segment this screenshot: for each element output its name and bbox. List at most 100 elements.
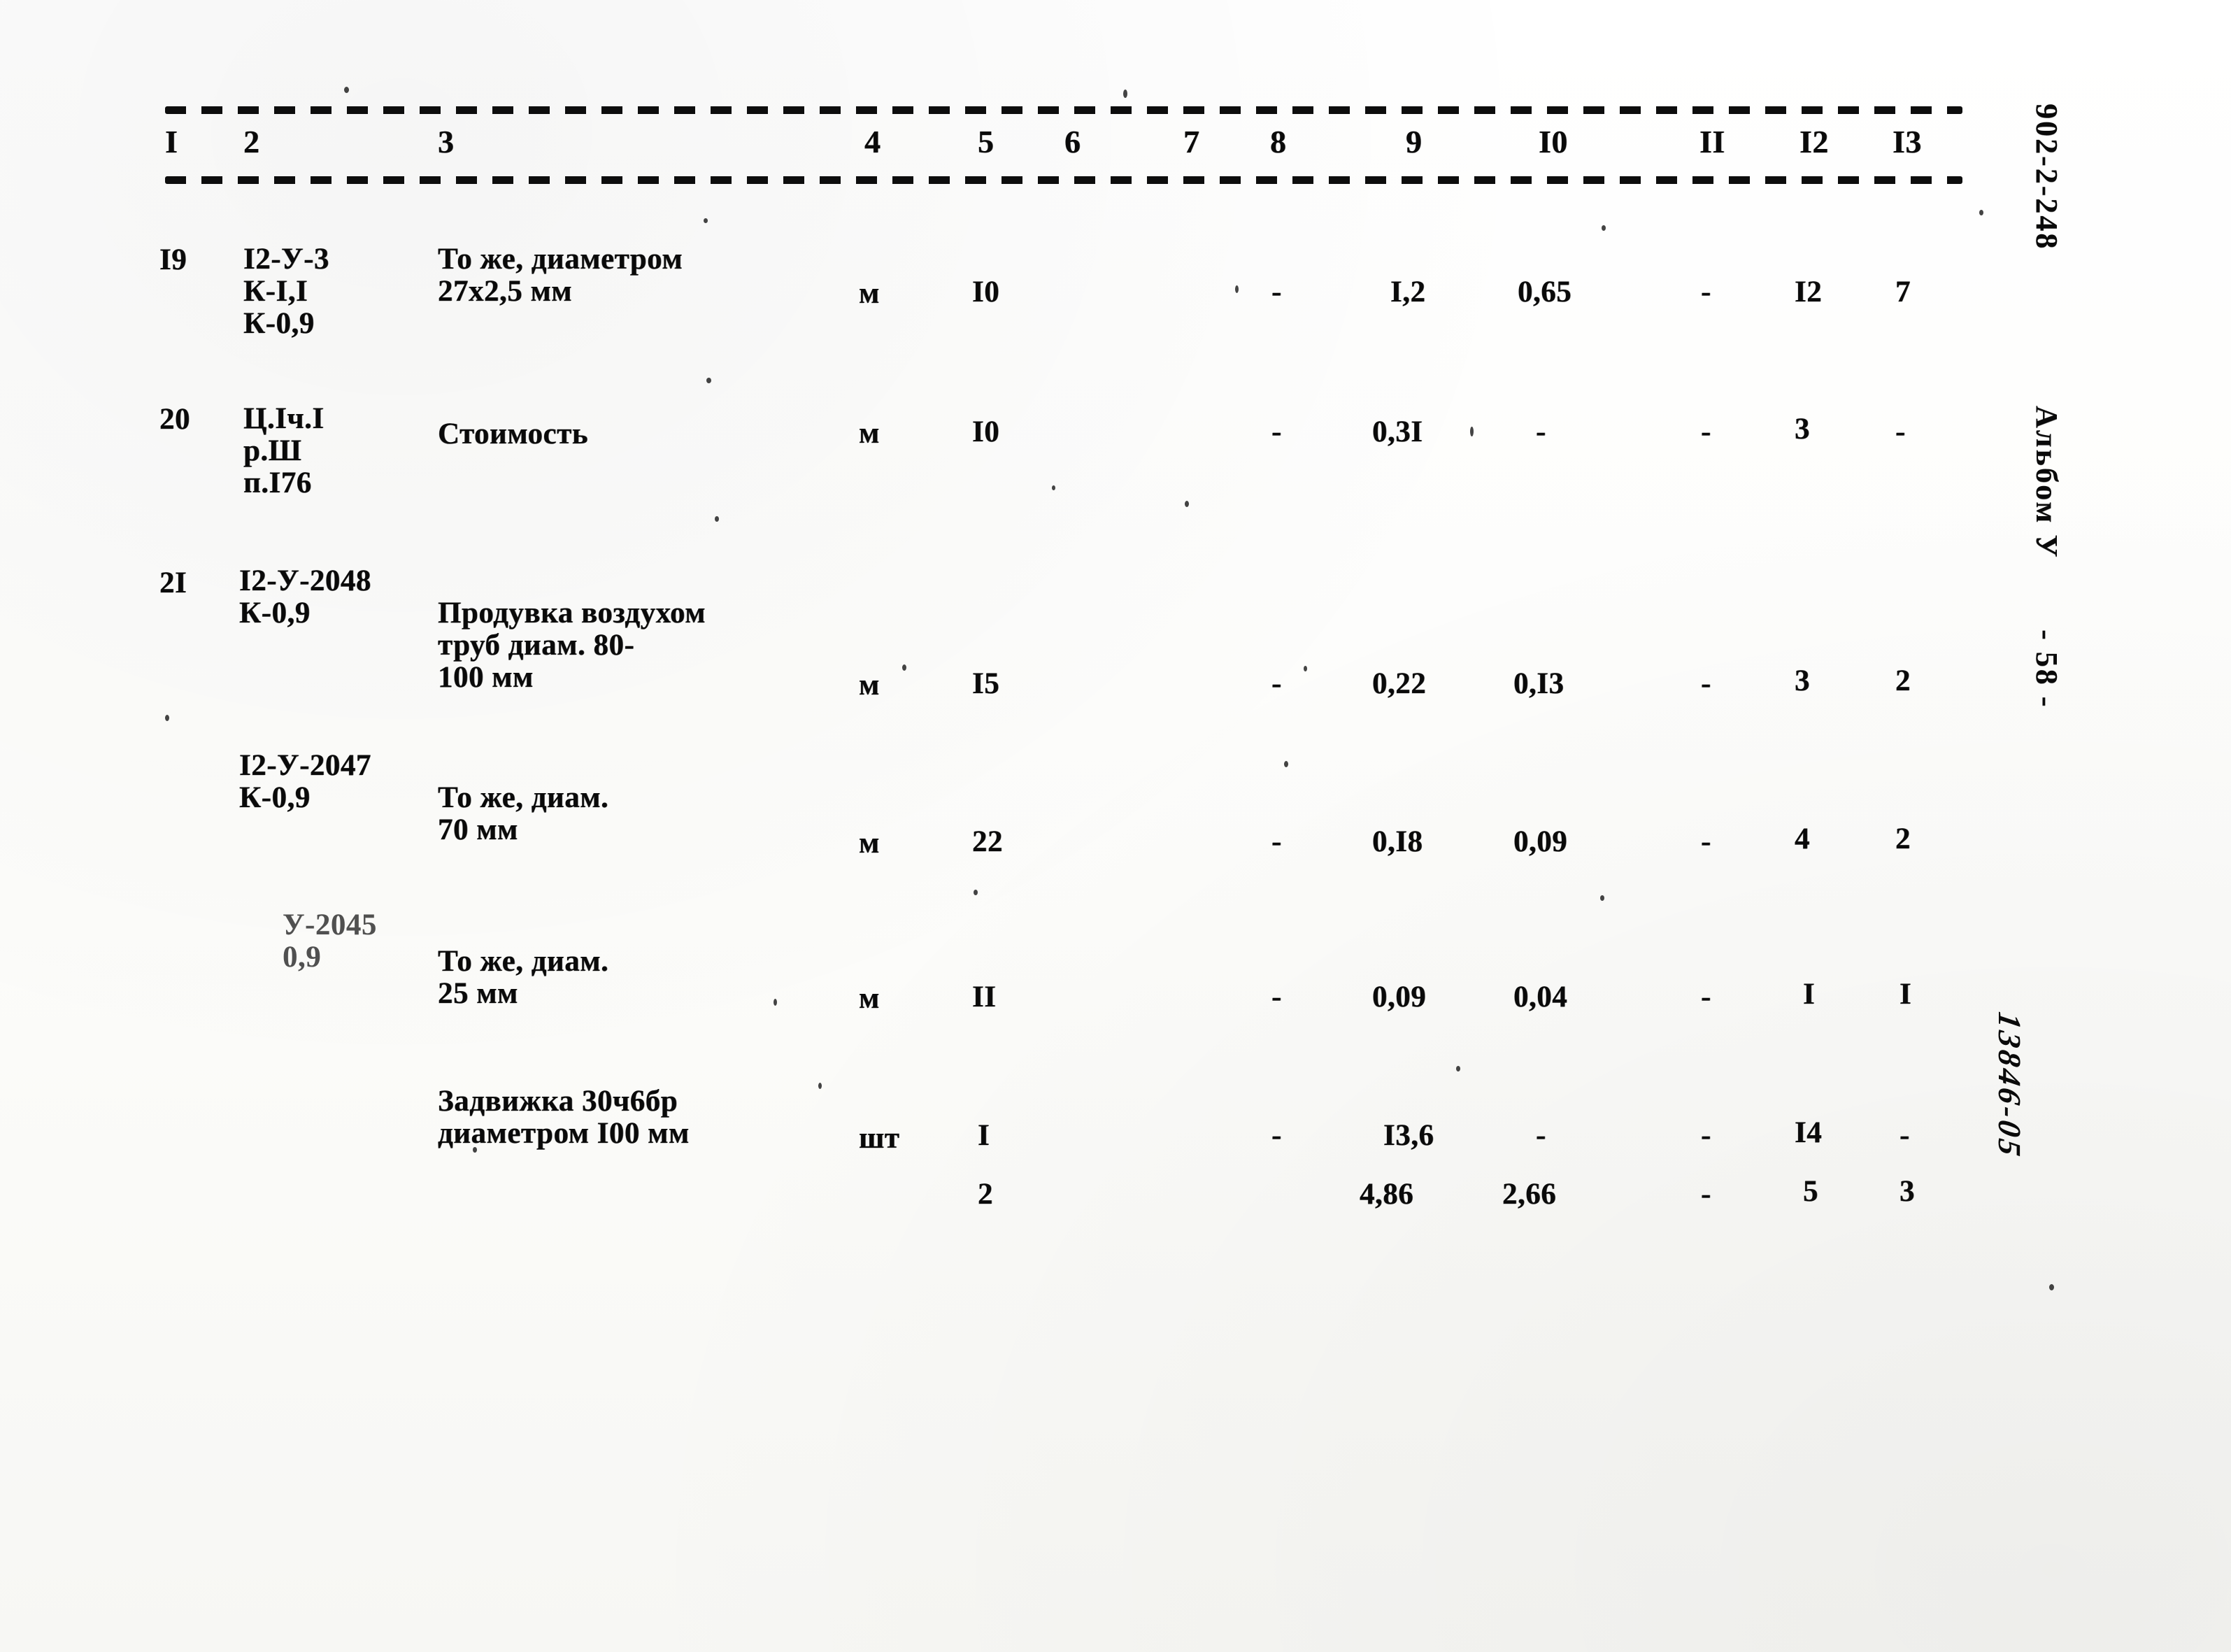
row-col9: I3,6 [1383, 1119, 1434, 1152]
row-col10: - [1536, 415, 1546, 448]
row-number: 20 [159, 403, 190, 436]
row-col12: 3 [1795, 413, 1810, 446]
sheet-code-stamp: 902-2-248 [2030, 104, 2064, 251]
row-description: То же, диам. 25 мм [438, 945, 609, 1010]
row-quantity: I5 [972, 667, 1000, 700]
row-description: То же, диаметром 27х2,5 мм [438, 243, 683, 308]
row-col10: 0,09 [1513, 825, 1568, 858]
row-col10: - [1536, 1119, 1546, 1152]
row-code: I2-У-3 К-I,I К-0,9 [243, 243, 329, 340]
scan-speck [1052, 485, 1055, 490]
row-col8: - [1271, 667, 1282, 700]
row-description: Продувка воздухом труб диам. 80- 100 мм [438, 597, 706, 694]
row-col8: - [1271, 415, 1282, 448]
page-number-stamp: - 58 - [2030, 629, 2064, 709]
scan-speck [165, 715, 169, 721]
row-unit: м [859, 669, 880, 702]
row-col9: 4,86 [1360, 1178, 1414, 1211]
row-col8: - [1271, 1119, 1282, 1152]
row-col11: - [1701, 276, 1711, 308]
row-col8: - [1271, 276, 1282, 308]
column-header-7: 7 [1183, 124, 1200, 159]
row-quantity: I0 [972, 276, 1000, 308]
scan-speck [706, 378, 711, 383]
row-col12: I [1803, 978, 1816, 1011]
column-header-12: I2 [1799, 124, 1829, 159]
scan-speck [704, 218, 708, 223]
column-header-8: 8 [1270, 124, 1287, 159]
row-col13: - [1895, 415, 1906, 448]
scan-speck [818, 1083, 822, 1089]
row-code: I2-У-2048 К-0,9 [239, 564, 371, 629]
row-col11: - [1701, 415, 1711, 448]
row-quantity: 2 [978, 1178, 993, 1211]
scan-speck [1185, 501, 1189, 507]
row-col10: 2,66 [1502, 1178, 1557, 1211]
row-code: У-2045 0,9 [283, 909, 377, 974]
row-col12: 5 [1803, 1175, 1818, 1208]
row-col9: 0,22 [1372, 667, 1427, 700]
row-quantity: I [978, 1119, 990, 1152]
row-col11: - [1701, 1178, 1711, 1211]
column-header-4: 4 [864, 124, 881, 159]
row-number: I9 [159, 243, 187, 276]
scan-speck [1470, 427, 1474, 436]
column-header-1: I [165, 124, 178, 159]
row-col12: I2 [1795, 276, 1823, 308]
archive-number-stamp: 13846-05 [1992, 1009, 2027, 1162]
row-col9: 0,3I [1372, 415, 1423, 448]
row-col9: 0,09 [1372, 981, 1427, 1013]
row-code: I2-У-2047 К-0,9 [239, 749, 371, 814]
row-quantity: I0 [972, 415, 1000, 448]
row-number: 2I [159, 567, 187, 599]
row-col11: - [1701, 825, 1711, 858]
scan-speck [1284, 761, 1288, 767]
row-unit: м [859, 417, 880, 450]
row-col13: 2 [1895, 664, 1911, 697]
row-col8: - [1271, 825, 1282, 858]
row-col10: 0,65 [1518, 276, 1572, 308]
table-header-top-rule [165, 106, 1962, 114]
scan-speck [1600, 895, 1604, 901]
row-col13: - [1899, 1119, 1910, 1152]
row-col9: I,2 [1390, 276, 1426, 308]
row-col10: 0,04 [1513, 981, 1568, 1013]
column-header-11: II [1699, 124, 1725, 159]
row-unit: м [859, 277, 880, 310]
scanned-document-page: I 2 3 4 5 6 7 8 9 I0 II I2 I3 I9 I2-У-3 … [0, 0, 2231, 1652]
scan-speck [1602, 225, 1606, 231]
row-col12: 3 [1795, 664, 1810, 697]
row-col13: 3 [1899, 1175, 1915, 1208]
scan-speck [774, 999, 777, 1006]
row-col13: I [1899, 978, 1912, 1011]
row-description: Задвижка 30ч6бр диаметром I00 мм [438, 1085, 690, 1150]
scan-speck [1123, 90, 1127, 98]
scan-speck [2049, 1284, 2054, 1290]
row-col10: 0,I3 [1513, 667, 1564, 700]
table-header-bottom-rule [165, 176, 1962, 184]
row-code: Ц.Iч.I р.Ш п.I76 [243, 402, 325, 499]
scan-speck [902, 664, 906, 671]
column-header-9: 9 [1406, 124, 1423, 159]
row-description: То же, диам. 70 мм [438, 781, 609, 846]
column-header-10: I0 [1539, 124, 1568, 159]
row-col12: 4 [1795, 823, 1810, 855]
row-col9: 0,I8 [1372, 825, 1423, 858]
column-header-6: 6 [1064, 124, 1081, 159]
scan-speck [1304, 666, 1307, 671]
row-col11: - [1701, 1119, 1711, 1152]
row-col13: 2 [1895, 823, 1911, 855]
scan-speck [344, 87, 349, 93]
scan-speck [1979, 210, 1983, 215]
column-header-2: 2 [243, 124, 260, 159]
scan-speck [1456, 1066, 1460, 1071]
row-col12: I4 [1795, 1116, 1823, 1149]
row-col11: - [1701, 667, 1711, 700]
scan-speck [1235, 285, 1239, 293]
column-header-3: 3 [438, 124, 455, 159]
row-col8: - [1271, 981, 1282, 1013]
row-col13: 7 [1895, 276, 1911, 308]
column-header-5: 5 [978, 124, 995, 159]
row-unit: шт [859, 1122, 900, 1155]
column-header-13: I3 [1893, 124, 1922, 159]
